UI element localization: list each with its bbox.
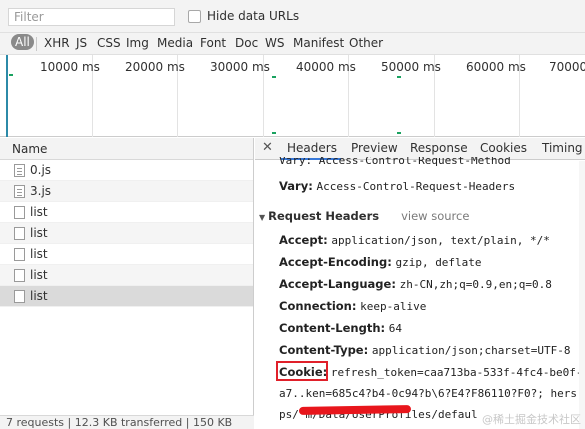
type-filter-doc[interactable]: Doc xyxy=(235,36,258,50)
request-summary: 7 requests | 12.3 KB transferred | 150 K… xyxy=(0,415,254,429)
type-filter-font[interactable]: Font xyxy=(200,36,226,50)
overview-label: 70000 xyxy=(549,60,585,74)
type-filter-separator xyxy=(36,37,37,51)
overview-label: 20000 ms xyxy=(125,60,185,74)
request-details-panel: ✕ Headers Preview Response Cookies Timin… xyxy=(255,138,585,429)
name-column-header[interactable]: Name xyxy=(0,138,253,160)
header-key: Accept-Language: xyxy=(279,277,396,291)
document-icon xyxy=(14,268,25,282)
cookie-highlight-box xyxy=(276,361,328,381)
header-row: Connection: keep-alive xyxy=(279,299,426,313)
tab-response[interactable]: Response xyxy=(410,141,468,155)
header-key: Accept-Encoding: xyxy=(279,255,392,269)
header-key: Connection: xyxy=(279,299,357,313)
hide-data-urls-toggle[interactable]: Hide data URLs xyxy=(188,9,299,23)
header-key: Content-Type: xyxy=(279,343,369,357)
request-row[interactable]: 3.js xyxy=(0,181,253,202)
header-value: keep-alive xyxy=(360,300,427,313)
overview-request-mark xyxy=(9,74,13,76)
filter-bar: Hide data URLs xyxy=(0,0,585,33)
header-value: Access-Control-Request-Headers xyxy=(316,180,516,193)
header-key: Content-Length: xyxy=(279,321,386,335)
script-file-icon xyxy=(14,163,25,177)
overview-request-mark xyxy=(397,76,401,78)
request-list: Name 0.js 3.js list list list list list … xyxy=(0,138,254,429)
overview-request-mark xyxy=(397,132,401,134)
header-key: Accept: xyxy=(279,233,328,247)
cookie-continuation: a7..ken=685c4?b4-0c94?b\6?E4?F86110?F0?;… xyxy=(279,387,578,400)
request-row[interactable]: list xyxy=(0,202,253,223)
type-filter-img[interactable]: Img xyxy=(126,36,149,50)
overview-label: 40000 ms xyxy=(296,60,356,74)
details-scrollbar[interactable] xyxy=(579,161,585,429)
type-filter-other[interactable]: Other xyxy=(349,36,383,50)
type-filter-media[interactable]: Media xyxy=(157,36,193,50)
request-name: 0.js xyxy=(30,163,52,177)
tab-preview[interactable]: Preview xyxy=(351,141,398,155)
script-file-icon xyxy=(14,184,25,198)
request-row[interactable]: list xyxy=(0,223,253,244)
header-row: Accept-Language: zh-CN,zh;q=0.9,en;q=0.8 xyxy=(279,277,552,291)
header-row: Content-Type: application/json;charset=U… xyxy=(279,343,571,357)
header-row: Content-Length: 64 xyxy=(279,321,402,335)
type-filter-manifest[interactable]: Manifest xyxy=(293,36,344,50)
type-filter-all[interactable]: All xyxy=(11,34,34,50)
header-value: 64 xyxy=(388,322,403,335)
tab-timing[interactable]: Timing xyxy=(542,141,583,155)
overview-label: 60000 ms xyxy=(466,60,526,74)
request-name: 3.js xyxy=(30,184,52,198)
type-filter-css[interactable]: CSS xyxy=(97,36,121,50)
request-row[interactable]: 0.js xyxy=(0,160,253,181)
request-name: list xyxy=(30,268,48,282)
document-icon xyxy=(14,247,25,261)
header-value: application/json, text/plain, */* xyxy=(331,234,550,247)
request-row[interactable]: list xyxy=(0,265,253,286)
view-source-link[interactable]: view source xyxy=(401,209,469,223)
type-filter-ws[interactable]: WS xyxy=(265,36,284,50)
type-filter-xhr[interactable]: XHR xyxy=(44,36,70,50)
type-filter-js[interactable]: JS xyxy=(76,36,87,50)
header-value: application/json;charset=UTF-8 xyxy=(371,344,571,357)
overview-request-mark xyxy=(272,132,276,134)
filter-input[interactable] xyxy=(8,8,175,26)
request-name: list xyxy=(30,205,48,219)
tab-cookies[interactable]: Cookies xyxy=(480,141,527,155)
header-value: zh-CN,zh;q=0.9,en;q=0.8 xyxy=(399,278,552,291)
request-name: list xyxy=(30,289,48,303)
overview-request-mark xyxy=(272,76,276,78)
request-headers-section[interactable]: ▼ Request Headers view source xyxy=(259,209,469,223)
network-overview[interactable]: 10000 ms 20000 ms 30000 ms 40000 ms 5000… xyxy=(0,55,585,137)
header-row: Accept-Encoding: gzip, deflate xyxy=(279,255,482,269)
type-filter-bar: All XHR JS CSS Img Media Font Doc WS Man… xyxy=(0,33,585,55)
triangle-down-icon[interactable]: ▼ xyxy=(259,213,265,222)
close-icon[interactable]: ✕ xyxy=(262,140,273,155)
section-title: Request Headers xyxy=(268,209,380,223)
overview-label: 10000 ms xyxy=(40,60,100,74)
tab-headers[interactable]: Headers xyxy=(287,141,337,155)
request-row-selected[interactable]: list xyxy=(0,286,253,307)
document-icon xyxy=(14,289,25,303)
header-value: gzip, deflate xyxy=(395,256,482,269)
request-row[interactable]: list xyxy=(0,244,253,265)
document-icon xyxy=(14,205,25,219)
overview-range-handle[interactable] xyxy=(6,55,8,137)
header-row: Vary: Access-Control-Request-Headers xyxy=(279,179,515,193)
document-icon xyxy=(14,226,25,240)
header-row: Accept: application/json, text/plain, */… xyxy=(279,233,550,247)
hide-data-urls-label: Hide data URLs xyxy=(207,9,300,23)
hide-data-urls-checkbox[interactable] xyxy=(188,9,201,23)
overview-label: 50000 ms xyxy=(381,60,441,74)
overview-label: 30000 ms xyxy=(210,60,270,74)
request-name: list xyxy=(30,247,48,261)
header-value: refresh_token=caa713ba-533f-4fc4-be0f-9 xyxy=(330,366,585,379)
watermark: @稀土掘金技术社区 xyxy=(482,413,581,426)
header-key: Vary: xyxy=(279,179,313,193)
header-row-partial: Vary: Access-Control-Request-Method xyxy=(279,157,511,166)
request-name: list xyxy=(30,226,48,240)
